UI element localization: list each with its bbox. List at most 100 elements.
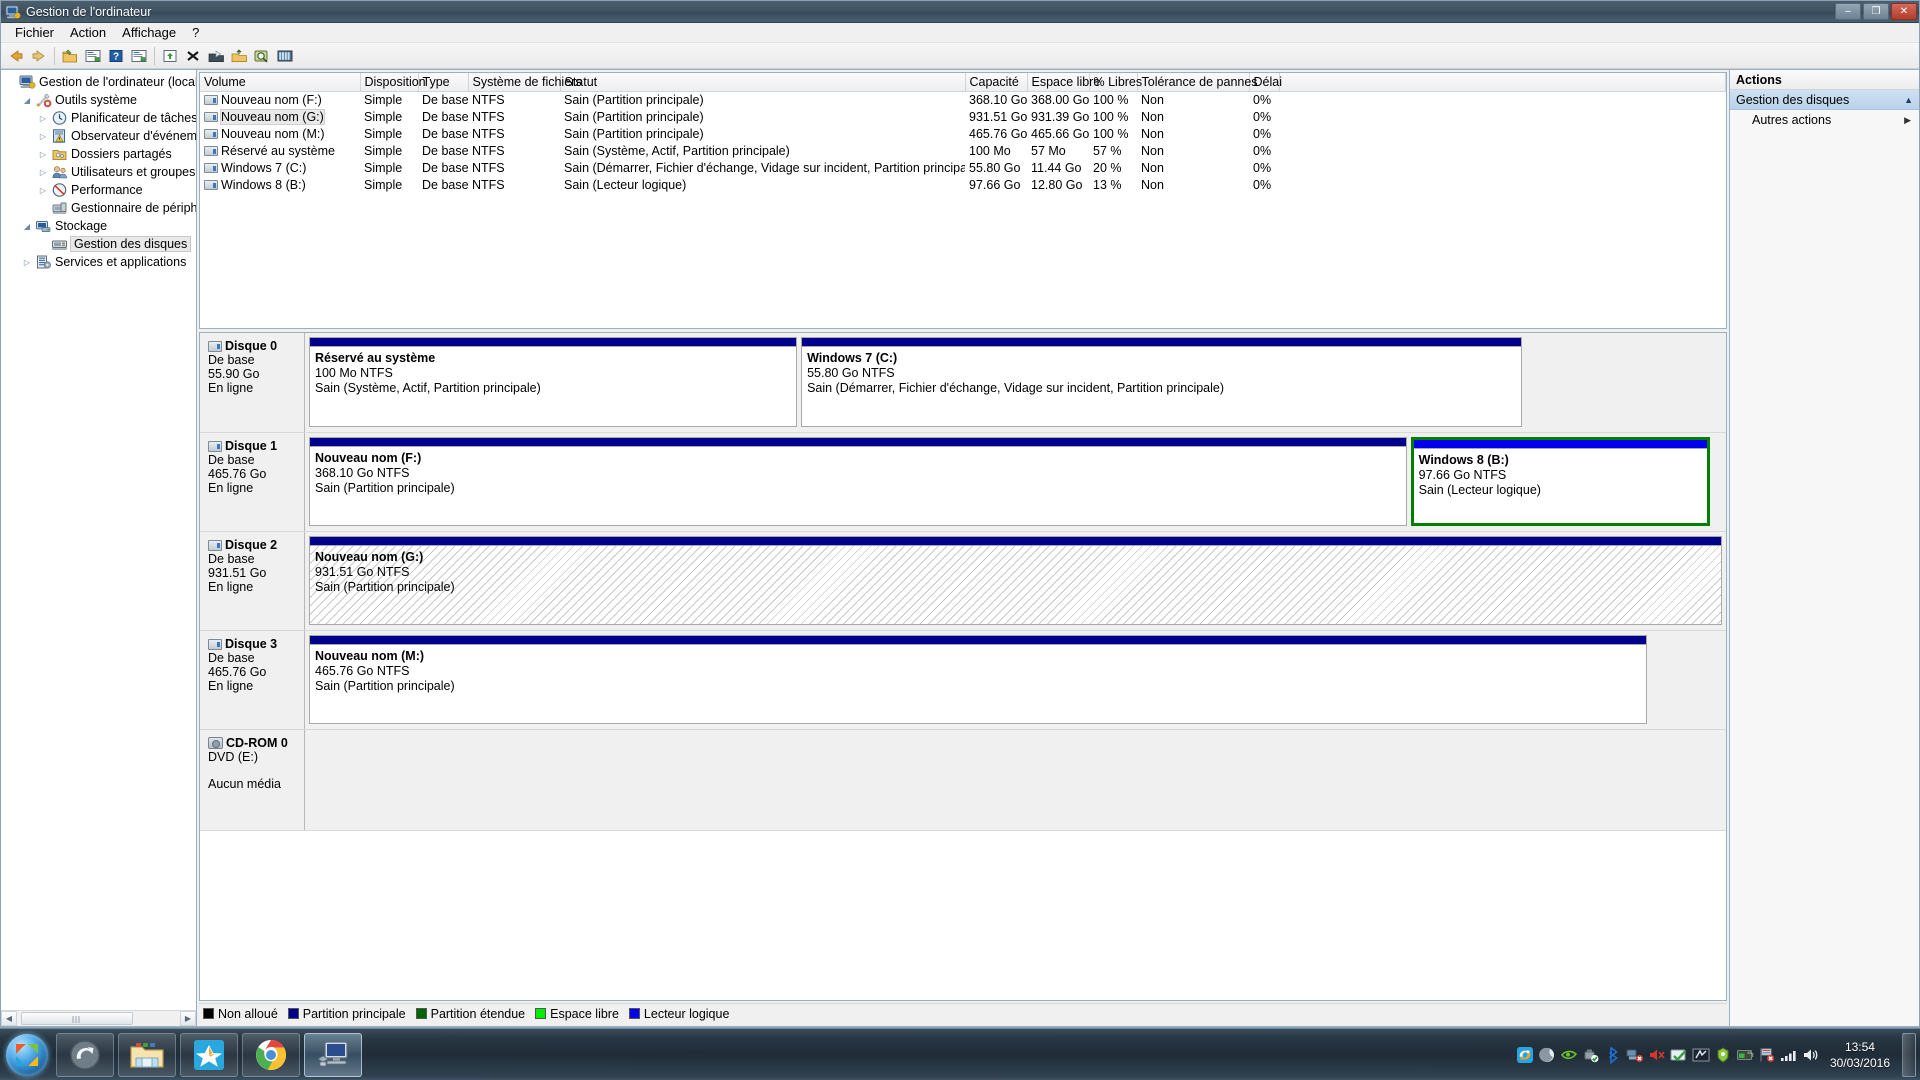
- scroll-right-arrow-icon[interactable]: ▶: [180, 1011, 196, 1026]
- tree-item-disk-management[interactable]: Gestion des disques: [1, 235, 196, 253]
- battery-icon[interactable]: 61: [1734, 1035, 1756, 1075]
- scroll-left-arrow-icon[interactable]: ◀: [1, 1011, 17, 1026]
- twisty-expanded-icon[interactable]: ◢: [19, 222, 35, 231]
- volume-list[interactable]: Volume Disposition Type Système de fichi…: [199, 72, 1727, 329]
- column-header-disposition[interactable]: Disposition: [360, 73, 426, 92]
- network-disconnected-icon[interactable]: [1624, 1035, 1646, 1075]
- twisty-collapsed-icon[interactable]: ▷: [19, 258, 35, 267]
- tree-item-task-scheduler[interactable]: ▷ Planificateur de tâches: [1, 109, 196, 127]
- twisty-collapsed-icon[interactable]: ▷: [35, 150, 51, 159]
- actions-group-disk-management[interactable]: Gestion des disques ▲: [1730, 90, 1919, 110]
- tree-horizontal-scrollbar[interactable]: ◀ ▶: [1, 1010, 196, 1026]
- maximize-button[interactable]: ❐: [1863, 3, 1889, 20]
- speaker-icon[interactable]: [1800, 1035, 1822, 1075]
- column-header-volume[interactable]: Volume: [200, 73, 361, 92]
- table-row[interactable]: Windows 7 (C:) Simple De base NTFS Sain …: [200, 159, 1726, 176]
- optimize-icon[interactable]: [274, 45, 296, 67]
- table-row[interactable]: Nouveau nom (F:) Simple De base NTFS Sai…: [200, 91, 1726, 108]
- table-row[interactable]: Nouveau nom (G:) Simple De base NTFS Sai…: [200, 108, 1726, 125]
- partition-block[interactable]: Nouveau nom (F:) 368.10 Go NTFS Sain (Pa…: [309, 437, 1407, 526]
- tree-item-storage[interactable]: ◢ Stockage: [1, 217, 196, 235]
- tree-item-event-viewer[interactable]: ▷ Observateur d'événeme: [1, 127, 196, 145]
- menu-item-help[interactable]: ?: [184, 23, 207, 42]
- tree-item-computer-management[interactable]: Gestion de l'ordinateur (local): [1, 73, 196, 91]
- taskbar-item-google-chrome[interactable]: [242, 1032, 300, 1077]
- monitor-icon[interactable]: [1690, 1035, 1712, 1075]
- twisty-collapsed-icon[interactable]: ▷: [35, 186, 51, 195]
- disk-row-disque-0[interactable]: Disque 0 De base 55.90 Go En ligne Réser…: [200, 333, 1726, 433]
- menu-item-affichage[interactable]: Affichage: [114, 23, 184, 42]
- green-check-icon[interactable]: [1668, 1035, 1690, 1075]
- disk-header[interactable]: Disque 1 De base 465.76 Go En ligne: [200, 433, 305, 531]
- partition-block[interactable]: Windows 7 (C:) 55.80 Go NTFS Sain (Démar…: [801, 337, 1523, 427]
- graphical-disk-view[interactable]: Disque 0 De base 55.90 Go En ligne Réser…: [199, 332, 1727, 1001]
- table-row[interactable]: Nouveau nom (M:) Simple De base NTFS Sai…: [200, 125, 1726, 142]
- back-arrow-icon[interactable]: [5, 45, 27, 67]
- tree-item-system-tools[interactable]: ◢ Outils système: [1, 91, 196, 109]
- column-header-filesystem[interactable]: Système de fichiers: [468, 73, 582, 92]
- moon-icon[interactable]: [1536, 1035, 1558, 1075]
- column-header-overhead[interactable]: Délai: [1249, 73, 1282, 92]
- partition-block[interactable]: Nouveau nom (M:) 465.76 Go NTFS Sain (Pa…: [309, 635, 1647, 724]
- start-button[interactable]: [2, 1032, 52, 1078]
- extend-volume-icon[interactable]: [228, 45, 250, 67]
- column-header-type[interactable]: Type: [418, 73, 469, 92]
- taskbar-item-shell-refresh[interactable]: [56, 1032, 114, 1077]
- disk-row-cdrom-0[interactable]: CD-ROM 0 DVD (E:) Aucun média: [200, 730, 1726, 831]
- taskbar-item-computer-management[interactable]: [304, 1032, 362, 1077]
- column-header-pctfree[interactable]: % Libres: [1089, 73, 1142, 92]
- safely-remove-icon[interactable]: [1580, 1035, 1602, 1075]
- column-header-faulttolerance[interactable]: Tolérance de pannes: [1137, 73, 1258, 92]
- twisty-collapsed-icon[interactable]: ▷: [35, 168, 51, 177]
- disk-header[interactable]: Disque 0 De base 55.90 Go En ligne: [200, 333, 305, 432]
- minimize-button[interactable]: –: [1835, 3, 1861, 20]
- taskbar-item-media-player[interactable]: [180, 1032, 238, 1077]
- scrollbar-thumb[interactable]: [21, 1012, 133, 1025]
- chevron-up-icon[interactable]: ▲: [1904, 95, 1913, 105]
- close-button[interactable]: ✕: [1891, 3, 1917, 20]
- show-hide-console-tree-icon[interactable]: [128, 45, 150, 67]
- partition-block-extended[interactable]: Windows 8 (B:) 97.66 Go NTFS Sain (Lecte…: [1410, 437, 1711, 526]
- menu-item-fichier[interactable]: Fichier: [7, 23, 62, 42]
- show-desktop-button[interactable]: [1902, 1032, 1916, 1077]
- column-header-capacity[interactable]: Capacité: [965, 73, 1028, 92]
- partition-block[interactable]: Réservé au système 100 Mo NTFS Sain (Sys…: [309, 337, 798, 427]
- tree-item-performance[interactable]: ▷ Performance: [1, 181, 196, 199]
- tree-item-shared-folders[interactable]: ▷ Dossiers partagés: [1, 145, 196, 163]
- clock[interactable]: 13:54 30/03/2016: [1822, 1039, 1900, 1071]
- signal-bars-icon[interactable]: [1778, 1035, 1800, 1075]
- forward-arrow-icon[interactable]: [28, 45, 50, 67]
- table-row[interactable]: Windows 8 (B:) Simple De base NTFS Sain …: [200, 176, 1726, 193]
- disk-header[interactable]: Disque 2 De base 931.51 Go En ligne: [200, 532, 305, 630]
- disk-row-disque-3[interactable]: Disque 3 De base 465.76 Go En ligne Nouv…: [200, 631, 1726, 730]
- taskbar-item-windows-explorer[interactable]: [118, 1032, 176, 1077]
- tree-item-device-manager[interactable]: Gestionnaire de périphé: [1, 199, 196, 217]
- rescan-disks-icon[interactable]: [159, 45, 181, 67]
- menu-item-action[interactable]: Action: [62, 23, 114, 42]
- shield-icon[interactable]: [1712, 1035, 1734, 1075]
- disk-row-disque-1[interactable]: Disque 1 De base 465.76 Go En ligne Nouv…: [200, 433, 1726, 532]
- action-item-more-actions[interactable]: Autres actions ▶: [1730, 110, 1919, 130]
- column-header-status[interactable]: Statut: [560, 73, 966, 92]
- twisty-collapsed-icon[interactable]: ▷: [35, 132, 51, 141]
- new-volume-icon[interactable]: [205, 45, 227, 67]
- title-bar[interactable]: Gestion de l'ordinateur – ❐ ✕: [1, 1, 1919, 23]
- volume-mute-icon[interactable]: [1646, 1035, 1668, 1075]
- column-header-freespace[interactable]: Espace libre: [1027, 73, 1100, 92]
- twisty-expanded-icon[interactable]: ◢: [19, 96, 35, 105]
- disk-row-disque-2[interactable]: Disque 2 De base 931.51 Go En ligne Nouv…: [200, 532, 1726, 631]
- bluetooth-icon[interactable]: [1602, 1035, 1624, 1075]
- sync-icon[interactable]: [1514, 1035, 1536, 1075]
- flag-error-icon[interactable]: [1756, 1035, 1778, 1075]
- tree-item-services-applications[interactable]: ▷ Services et applications: [1, 253, 196, 271]
- cdrom-header[interactable]: CD-ROM 0 DVD (E:) Aucun média: [200, 730, 305, 830]
- disk-header[interactable]: Disque 3 De base 465.76 Go En ligne: [200, 631, 305, 729]
- zoom-icon[interactable]: [251, 45, 273, 67]
- help-icon[interactable]: ?: [105, 45, 127, 67]
- nvidia-icon[interactable]: [1558, 1035, 1580, 1075]
- properties-icon[interactable]: [82, 45, 104, 67]
- open-folder-icon[interactable]: [59, 45, 81, 67]
- delete-icon[interactable]: [182, 45, 204, 67]
- partition-block-selected[interactable]: Nouveau nom (G:) 931.51 Go NTFS Sain (Pa…: [309, 536, 1722, 625]
- tree-item-users-groups[interactable]: ▷ Utilisateurs et groupes l: [1, 163, 196, 181]
